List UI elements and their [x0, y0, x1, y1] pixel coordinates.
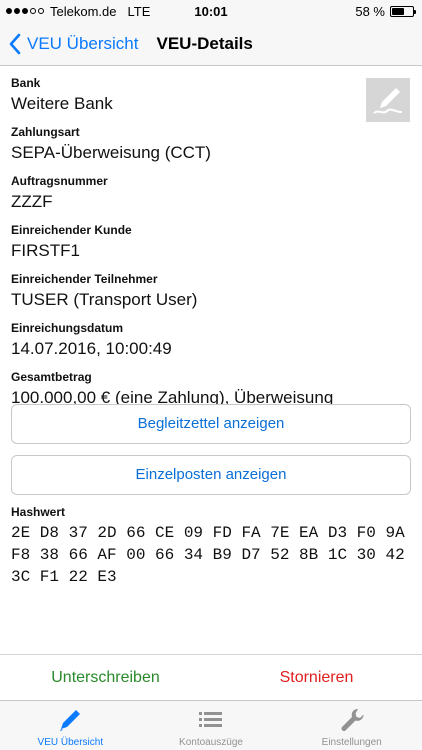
- field-auftragsnummer: Auftragsnummer ZZZF: [11, 174, 411, 213]
- chevron-left-icon: [9, 33, 21, 54]
- field-value: TUSER (Transport User): [11, 290, 198, 309]
- show-einzelposten-button[interactable]: Einzelposten anzeigen: [11, 455, 411, 495]
- field-label: Einreichungsdatum: [11, 321, 124, 335]
- hash-section: Hashwert 2E D8 37 2D 66 CE 09 FD FA 7E E…: [11, 505, 411, 588]
- details-content: Bank Weitere Bank Zahlungsart SEPA-Überw…: [0, 66, 422, 409]
- sign-button[interactable]: Unterschreiben: [0, 655, 211, 700]
- field-value: 14.07.2016, 10:00:49: [11, 339, 172, 358]
- signature-action-bar: Unterschreiben Stornieren: [0, 654, 422, 700]
- show-begleitzettel-button[interactable]: Begleitzettel anzeigen: [11, 404, 411, 444]
- tab-label: VEU Übersicht: [37, 737, 104, 748]
- field-einreichungsdatum: Einreichungsdatum 14.07.2016, 10:00:49: [11, 321, 411, 360]
- field-value: FIRSTF1: [11, 241, 80, 260]
- field-value: SEPA-Überweisung (CCT): [11, 143, 211, 162]
- field-label: Einreichender Kunde: [11, 223, 132, 237]
- navigation-bar: VEU Übersicht VEU-Details: [0, 22, 422, 66]
- field-einreichender-teilnehmer: Einreichender Teilnehmer TUSER (Transpor…: [11, 272, 411, 311]
- status-bar: Telekom.de LTE 10:01 58 %: [0, 0, 422, 22]
- cancel-order-button[interactable]: Stornieren: [211, 655, 422, 700]
- tab-bar: VEU Übersicht Kontoauszüge Einstellungen: [0, 700, 422, 750]
- status-right: 58 %: [355, 3, 416, 19]
- field-value: Weitere Bank: [11, 94, 113, 113]
- field-label: Gesamtbetrag: [11, 370, 92, 384]
- list-icon: [196, 705, 226, 735]
- field-zahlungsart: Zahlungsart SEPA-Überweisung (CCT): [11, 125, 411, 164]
- field-label: Zahlungsart: [11, 125, 80, 139]
- pen-icon: [55, 705, 85, 735]
- field-label: Bank: [11, 76, 41, 90]
- hash-value: 2E D8 37 2D 66 CE 09 FD FA 7E EA D3 F0 9…: [11, 524, 405, 586]
- tab-label: Einstellungen: [321, 737, 382, 748]
- field-einreichender-kunde: Einreichender Kunde FIRSTF1: [11, 223, 411, 262]
- hash-label: Hashwert: [11, 505, 66, 519]
- tab-kontoauszuege[interactable]: Kontoauszüge: [141, 701, 282, 750]
- field-bank: Bank Weitere Bank: [11, 76, 411, 115]
- back-button[interactable]: VEU Übersicht: [0, 33, 138, 55]
- field-label: Auftragsnummer: [11, 174, 108, 188]
- battery-percent: 58 %: [355, 3, 385, 19]
- field-value: ZZZF: [11, 192, 53, 211]
- tab-label: Kontoauszüge: [179, 737, 243, 748]
- back-button-label: VEU Übersicht: [27, 33, 139, 53]
- page-title: VEU-Details: [156, 33, 253, 53]
- tab-einstellungen[interactable]: Einstellungen: [281, 701, 422, 750]
- field-label: Einreichender Teilnehmer: [11, 272, 158, 286]
- wrench-icon: [337, 705, 367, 735]
- tab-veu-uebersicht[interactable]: VEU Übersicht: [0, 701, 141, 750]
- battery-icon: [390, 5, 416, 17]
